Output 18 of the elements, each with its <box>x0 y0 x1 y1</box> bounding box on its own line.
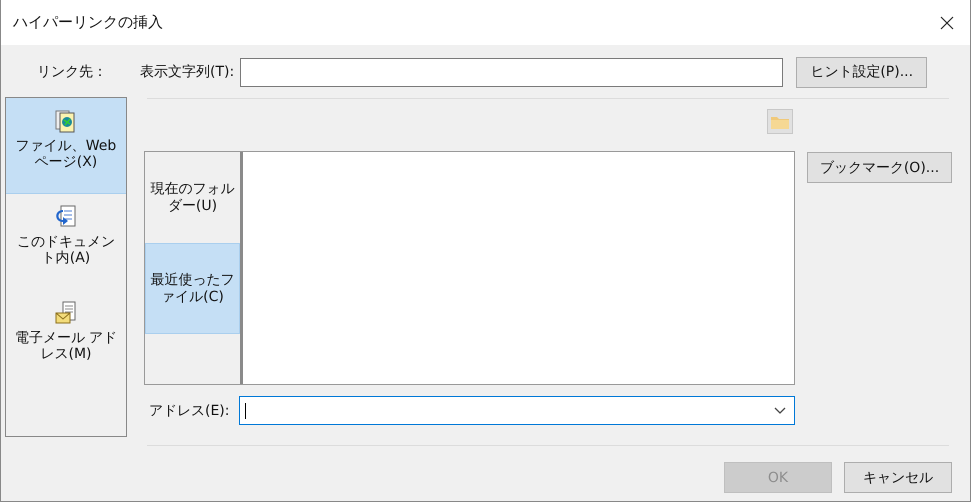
link-target-item[interactable]: 電子メール アドレス(M) <box>6 290 126 386</box>
link-to-label: リンク先： <box>37 63 107 82</box>
address-combo-box[interactable] <box>239 396 795 425</box>
browse-tab[interactable]: 現在のフォルダー(U) <box>145 152 240 243</box>
link-target-item[interactable]: ファイル、Web ページ(X) <box>6 98 126 194</box>
link-target-item[interactable]: このドキュメント内(A) <box>6 194 126 290</box>
screen-tip-button[interactable]: ヒント設定(P)... <box>796 56 928 88</box>
display-text-label: 表示文字列(T): <box>140 63 234 81</box>
window-title: ハイパーリンクの挿入 <box>13 13 163 32</box>
web-page-file-icon <box>55 108 77 134</box>
chevron-down-icon <box>774 406 786 414</box>
dialog-button[interactable]: キャンセル <box>844 462 952 493</box>
bookmark-button[interactable]: ブックマーク(O)... <box>807 152 952 183</box>
browse-tab[interactable]: 最近使ったファイル(C) <box>145 243 240 334</box>
address-label: アドレス(E): <box>149 402 230 420</box>
display-text-field[interactable] <box>240 58 784 86</box>
envelope-document-icon <box>55 300 77 326</box>
text-cursor <box>245 402 246 418</box>
